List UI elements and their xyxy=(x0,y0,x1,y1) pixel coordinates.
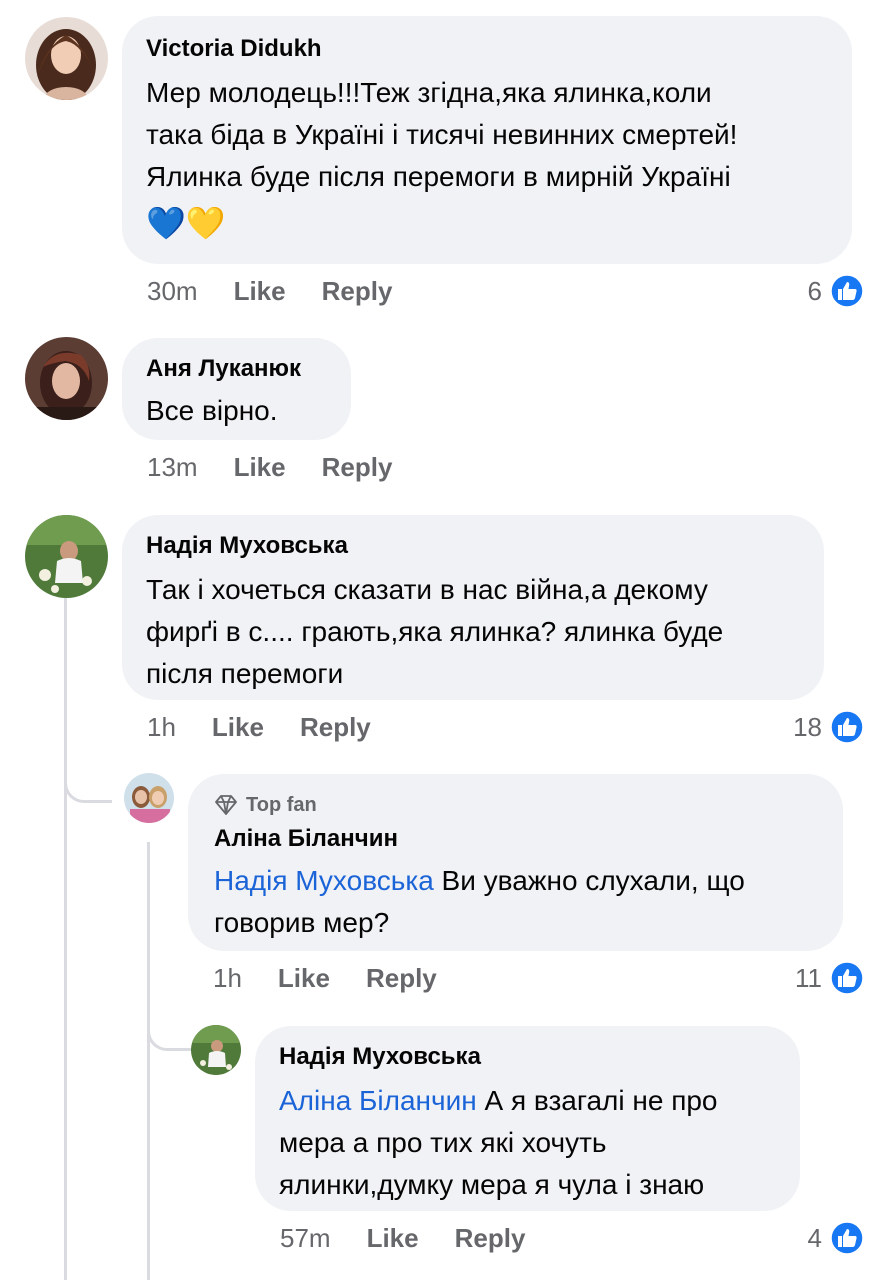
like-count: 4 xyxy=(807,1222,822,1253)
badge-label: Top fan xyxy=(246,793,317,816)
comment-author[interactable]: Надія Муховська xyxy=(146,531,800,561)
reply-button[interactable]: Reply xyxy=(322,276,393,307)
like-count: 18 xyxy=(793,711,822,742)
comment-bubble: Top fan Аліна Біланчин Надія Муховська В… xyxy=(188,774,843,951)
like-button[interactable]: Like xyxy=(234,452,286,483)
comment-meta: 30m Like Reply xyxy=(147,272,392,310)
avatar[interactable] xyxy=(25,515,108,598)
comment-author[interactable]: Надія Муховська xyxy=(279,1042,776,1072)
like-button[interactable]: Like xyxy=(212,712,264,743)
avatar[interactable] xyxy=(191,1025,241,1075)
avatar[interactable] xyxy=(25,17,108,100)
reaction-count[interactable]: 4 xyxy=(808,1219,864,1257)
like-count: 11 xyxy=(795,962,822,993)
reply-button[interactable]: Reply xyxy=(366,963,437,994)
comment-bubble: Victoria Didukh Мер молодець!!!Теж згідн… xyxy=(122,16,852,264)
reply-button[interactable]: Reply xyxy=(455,1223,526,1254)
like-count: 6 xyxy=(807,275,822,306)
avatar[interactable] xyxy=(25,337,108,420)
comment-author[interactable]: Victoria Didukh xyxy=(146,34,828,64)
comment-meta: 1h Like Reply xyxy=(213,959,437,997)
comment-text: Все вірно. xyxy=(146,395,278,426)
reaction-count[interactable]: 18 xyxy=(793,708,864,746)
heart-emojis: 💙💛 xyxy=(146,205,226,241)
comment-text: Так і хочеться сказати в нас війна,а дек… xyxy=(146,574,724,689)
reply-button[interactable]: Reply xyxy=(322,452,393,483)
comment-time: 1h xyxy=(147,711,176,742)
comment-bubble: Надія Муховська Так і хочеться сказати в… xyxy=(122,515,824,700)
comment-meta: 13m Like Reply xyxy=(147,448,392,486)
comment-text: Надія Муховська Ви уважно слухали, що го… xyxy=(214,865,745,938)
thumbs-up-icon xyxy=(830,1221,864,1255)
comment-author[interactable]: Аня Луканюк xyxy=(146,354,327,384)
reaction-count[interactable]: 6 xyxy=(808,272,864,310)
thumbs-up-icon xyxy=(830,961,864,995)
comment-time: 57m xyxy=(280,1222,331,1253)
reply-button[interactable]: Reply xyxy=(300,712,371,743)
diamond-icon xyxy=(215,795,237,815)
reaction-count[interactable]: 11 xyxy=(795,959,864,997)
top-fan-badge: Top fan xyxy=(214,790,819,820)
mention-link[interactable]: Надія Муховська xyxy=(214,865,434,896)
thread-line-main xyxy=(64,598,115,1280)
comment-time: 30m xyxy=(147,275,198,306)
like-button[interactable]: Like xyxy=(234,276,286,307)
comment-text: Мер молодець!!!Теж згідна,яка ялинка,кол… xyxy=(146,72,828,244)
like-button[interactable]: Like xyxy=(278,963,330,994)
comment-time: 13m xyxy=(147,451,198,482)
comment-text: Аліна Біланчин А я взагалі не про мера а… xyxy=(279,1085,718,1200)
comment-meta: 1h Like Reply xyxy=(147,708,371,746)
comment-bubble: Аня Луканюк Все вірно. xyxy=(122,338,351,440)
thumbs-up-icon xyxy=(830,274,864,308)
comment-bubble: Надія Муховська Аліна Біланчин А я взага… xyxy=(255,1026,800,1211)
like-button[interactable]: Like xyxy=(367,1223,419,1254)
comment-time: 1h xyxy=(213,962,242,993)
thread-line-nested xyxy=(147,842,193,1280)
mention-link[interactable]: Аліна Біланчин xyxy=(279,1085,477,1116)
comment-author[interactable]: Аліна Біланчин xyxy=(214,824,819,854)
thumbs-up-icon xyxy=(830,710,864,744)
thread-line-nested-branch xyxy=(147,1018,193,1051)
avatar[interactable] xyxy=(124,773,174,823)
thread-line-branch xyxy=(64,770,112,803)
comment-meta: 57m Like Reply xyxy=(280,1219,525,1257)
